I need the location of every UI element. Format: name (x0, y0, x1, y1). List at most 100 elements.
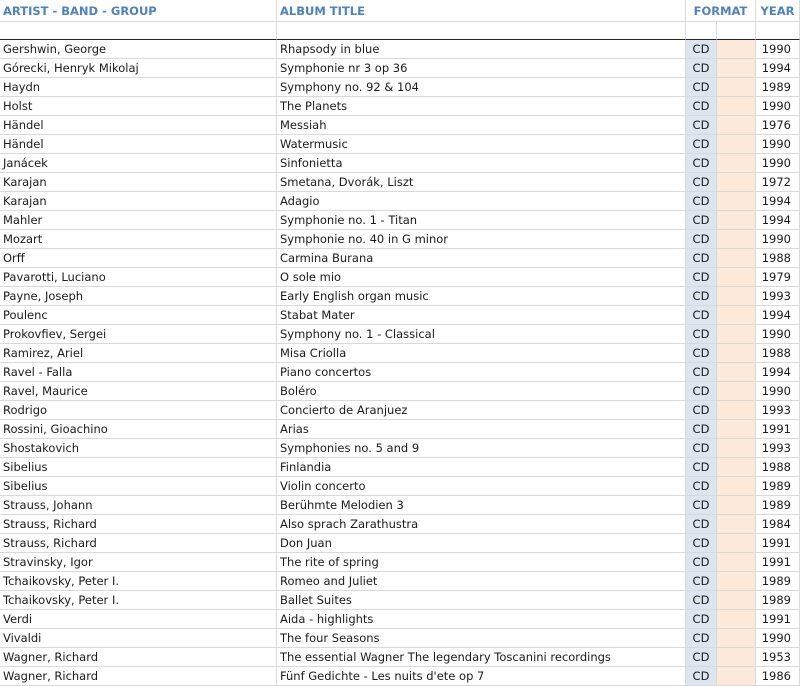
artist-cell[interactable]: Verdi (0, 610, 277, 629)
format-cell[interactable]: CD (686, 325, 717, 344)
column-header-format[interactable]: FORMAT (686, 0, 756, 22)
format-cell[interactable]: CD (686, 97, 717, 116)
artist-cell[interactable]: Prokovfiev, Sergei (0, 325, 277, 344)
empty-cell[interactable] (717, 154, 756, 173)
album-cell[interactable]: Don Juan (277, 534, 686, 553)
empty-cell[interactable] (717, 629, 756, 648)
year-cell[interactable]: 1991 (756, 553, 800, 572)
year-cell[interactable]: 1972 (756, 173, 800, 192)
format-cell[interactable]: CD (686, 553, 717, 572)
empty-cell[interactable] (717, 59, 756, 78)
artist-cell[interactable]: Tchaikovsky, Peter I. (0, 572, 277, 591)
format-cell[interactable]: CD (686, 287, 717, 306)
album-cell[interactable]: Symphony no. 1 - Classical (277, 325, 686, 344)
album-cell[interactable]: Symphony no. 92 & 104 (277, 78, 686, 97)
year-cell[interactable]: 1989 (756, 496, 800, 515)
year-cell[interactable]: 1953 (756, 648, 800, 667)
artist-cell[interactable]: Karajan (0, 192, 277, 211)
empty-cell[interactable] (717, 40, 756, 59)
blank-cell[interactable] (686, 22, 717, 40)
blank-cell[interactable] (756, 22, 800, 40)
format-cell[interactable]: CD (686, 572, 717, 591)
artist-cell[interactable]: Górecki, Henryk Mikolaj (0, 59, 277, 78)
album-cell[interactable]: Adagio (277, 192, 686, 211)
album-cell[interactable]: Violin concerto (277, 477, 686, 496)
empty-cell[interactable] (717, 268, 756, 287)
album-cell[interactable]: Romeo and Juliet (277, 572, 686, 591)
year-cell[interactable]: 1988 (756, 344, 800, 363)
year-cell[interactable]: 1994 (756, 306, 800, 325)
artist-cell[interactable]: Shostakovich (0, 439, 277, 458)
empty-cell[interactable] (717, 667, 756, 686)
blank-cell[interactable] (717, 22, 756, 40)
year-cell[interactable]: 1989 (756, 572, 800, 591)
empty-cell[interactable] (717, 135, 756, 154)
artist-cell[interactable]: Wagner, Richard (0, 648, 277, 667)
format-cell[interactable]: CD (686, 534, 717, 553)
blank-cell[interactable] (277, 22, 686, 40)
year-cell[interactable]: 1991 (756, 534, 800, 553)
year-cell[interactable]: 1989 (756, 591, 800, 610)
year-cell[interactable]: 1988 (756, 458, 800, 477)
empty-cell[interactable] (717, 610, 756, 629)
artist-cell[interactable]: Mahler (0, 211, 277, 230)
year-cell[interactable]: 1994 (756, 59, 800, 78)
artist-cell[interactable]: Pavarotti, Luciano (0, 268, 277, 287)
year-cell[interactable]: 1993 (756, 287, 800, 306)
album-cell[interactable]: The essential Wagner The legendary Tosca… (277, 648, 686, 667)
empty-cell[interactable] (717, 211, 756, 230)
year-cell[interactable]: 1991 (756, 610, 800, 629)
empty-cell[interactable] (717, 439, 756, 458)
year-cell[interactable]: 1989 (756, 78, 800, 97)
format-cell[interactable]: CD (686, 116, 717, 135)
album-cell[interactable]: Symphonies no. 5 and 9 (277, 439, 686, 458)
album-cell[interactable]: Arias (277, 420, 686, 439)
format-cell[interactable]: CD (686, 610, 717, 629)
empty-cell[interactable] (717, 382, 756, 401)
format-cell[interactable]: CD (686, 154, 717, 173)
empty-cell[interactable] (717, 192, 756, 211)
album-cell[interactable]: Symphonie nr 3 op 36 (277, 59, 686, 78)
empty-cell[interactable] (717, 287, 756, 306)
format-cell[interactable]: CD (686, 249, 717, 268)
album-cell[interactable]: Early English organ music (277, 287, 686, 306)
year-cell[interactable]: 1984 (756, 515, 800, 534)
empty-cell[interactable] (717, 648, 756, 667)
album-cell[interactable]: Misa Criolla (277, 344, 686, 363)
format-cell[interactable]: CD (686, 363, 717, 382)
artist-cell[interactable]: Rodrigo (0, 401, 277, 420)
empty-cell[interactable] (717, 591, 756, 610)
year-cell[interactable]: 1988 (756, 249, 800, 268)
artist-cell[interactable]: Haydn (0, 78, 277, 97)
format-cell[interactable]: CD (686, 515, 717, 534)
year-cell[interactable]: 1994 (756, 363, 800, 382)
album-cell[interactable]: Berühmte Melodien 3 (277, 496, 686, 515)
artist-cell[interactable]: Orff (0, 249, 277, 268)
album-cell[interactable]: Symphonie no. 1 - Titan (277, 211, 686, 230)
column-header-year[interactable]: YEAR (756, 0, 800, 22)
album-cell[interactable]: Rhapsody in blue (277, 40, 686, 59)
column-header-artist[interactable]: ARTIST - BAND - GROUP (0, 0, 277, 22)
year-cell[interactable]: 1990 (756, 40, 800, 59)
year-cell[interactable]: 1993 (756, 401, 800, 420)
empty-cell[interactable] (717, 458, 756, 477)
year-cell[interactable]: 1990 (756, 629, 800, 648)
artist-cell[interactable]: Karajan (0, 173, 277, 192)
year-cell[interactable]: 1990 (756, 135, 800, 154)
album-cell[interactable]: The four Seasons (277, 629, 686, 648)
format-cell[interactable]: CD (686, 59, 717, 78)
artist-cell[interactable]: Wagner, Richard (0, 667, 277, 686)
empty-cell[interactable] (717, 78, 756, 97)
year-cell[interactable]: 1986 (756, 667, 800, 686)
empty-cell[interactable] (717, 515, 756, 534)
format-cell[interactable]: CD (686, 629, 717, 648)
format-cell[interactable]: CD (686, 268, 717, 287)
year-cell[interactable]: 1979 (756, 268, 800, 287)
empty-cell[interactable] (717, 496, 756, 515)
artist-cell[interactable]: Ramirez, Ariel (0, 344, 277, 363)
artist-cell[interactable]: Poulenc (0, 306, 277, 325)
album-cell[interactable]: Carmina Burana (277, 249, 686, 268)
empty-cell[interactable] (717, 420, 756, 439)
empty-cell[interactable] (717, 97, 756, 116)
format-cell[interactable]: CD (686, 230, 717, 249)
